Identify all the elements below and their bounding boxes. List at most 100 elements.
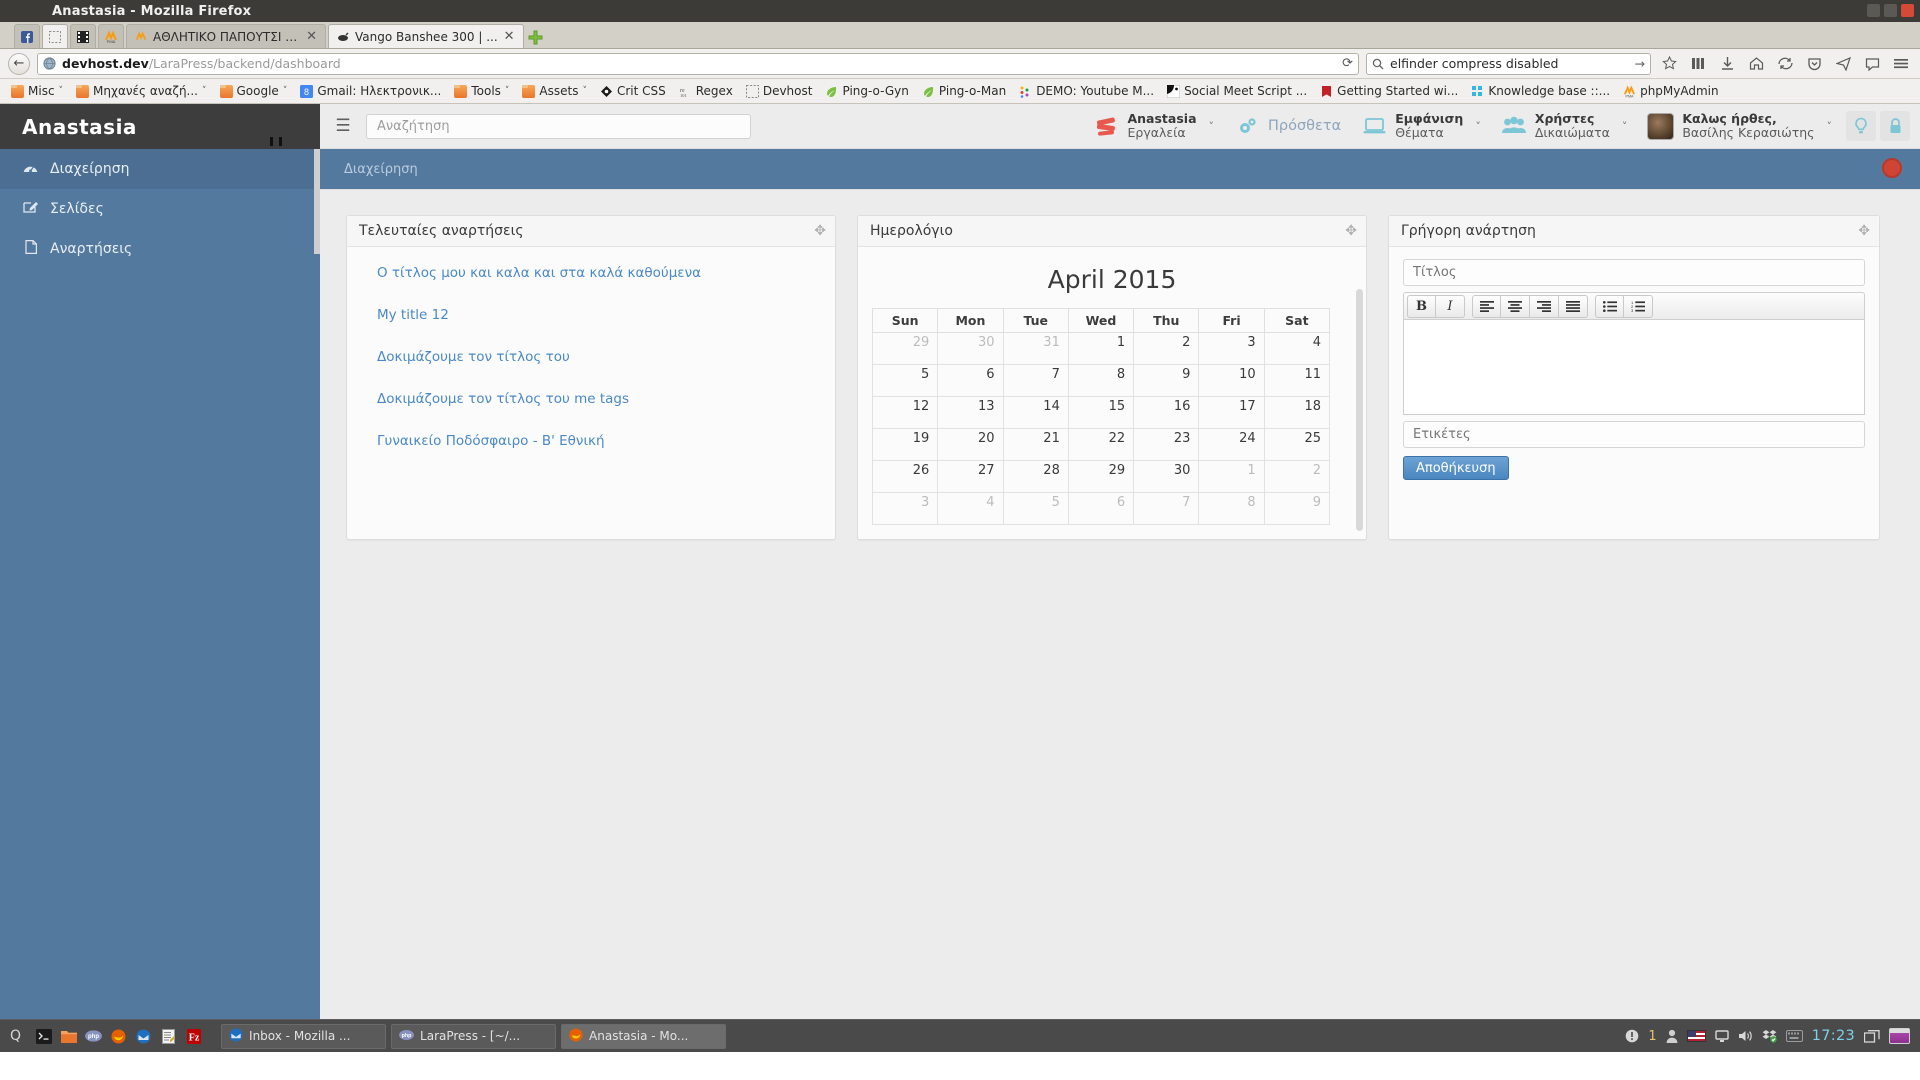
nav-item-tools[interactable]: Anastasia Εργαλεία ˅	[1083, 104, 1224, 149]
calendar-day-cell[interactable]: 14	[1002, 396, 1069, 429]
calendar-day-cell[interactable]: 6	[937, 364, 1004, 397]
align-left-button[interactable]	[1472, 294, 1501, 318]
tab-close-icon[interactable]: ✕	[306, 29, 317, 44]
php-icon[interactable]: php	[83, 1026, 104, 1047]
window-controls[interactable]	[1867, 4, 1914, 17]
tab-close-icon[interactable]: ✕	[504, 29, 515, 44]
firefox-icon[interactable]	[108, 1026, 129, 1047]
filezilla-icon[interactable]: Fz	[183, 1026, 204, 1047]
user-icon[interactable]	[1666, 1029, 1678, 1043]
ordered-list-button[interactable]: 123	[1624, 294, 1653, 318]
calendar-day-cell[interactable]: 30	[1133, 460, 1200, 493]
calendar-day-cell[interactable]: 2	[1263, 460, 1331, 493]
system-tray[interactable]: 1 17:23	[1625, 1028, 1914, 1044]
calendar-weeks[interactable]: 29 30 31 1 2 3 4 5 6 7 8 9 10 11 12 13 14 15 16 17 18 19 20 21 2…	[871, 332, 1331, 525]
calendar-day-cell[interactable]: 8	[1067, 364, 1135, 397]
dropbox-icon[interactable]	[1762, 1029, 1777, 1043]
calendar-day-cell[interactable]: 2	[1133, 332, 1200, 365]
align-right-button[interactable]	[1530, 294, 1559, 318]
menu-icon[interactable]	[1890, 53, 1912, 75]
desktop-taskbar[interactable]: Q php Fz Inbox - Mozilla ... php LaraPre…	[0, 1019, 1920, 1052]
browser-tab-1[interactable]: Vango Banshee 300 | ... ✕	[328, 24, 524, 48]
chevron-down-icon[interactable]: ˅	[1209, 120, 1215, 133]
calendar-day-cell[interactable]: 30	[937, 332, 1004, 365]
pocket-icon[interactable]	[1803, 53, 1825, 75]
site-logo-icon[interactable]	[1882, 158, 1902, 178]
recent-post-link[interactable]: Δοκιμάζουμε τον τίτλος του	[377, 349, 805, 365]
recent-post-link[interactable]: My title 12	[377, 307, 805, 323]
browser-tab-0[interactable]: ΑΘΛΗΤΙΚΟ ΠΑΠΟΥΤΣΙ ΠΟΔ... ✕	[126, 24, 326, 48]
calendar-day-cell[interactable]: 17	[1198, 396, 1265, 429]
nav-item-plugins[interactable]: Πρόσθετα	[1224, 104, 1351, 149]
calendar-day-cell[interactable]: 18	[1263, 396, 1331, 429]
align-justify-button[interactable]	[1559, 294, 1588, 318]
quick-post-editor-area[interactable]	[1403, 320, 1865, 415]
pinned-tab-blank[interactable]	[42, 24, 68, 48]
reload-icon[interactable]: ⟳	[1342, 56, 1353, 71]
bookmark-item[interactable]: Devhost	[741, 82, 818, 100]
sync-icon[interactable]	[1774, 53, 1796, 75]
terminal-icon[interactable]	[33, 1026, 54, 1047]
move-handle-icon[interactable]: ✥	[1858, 223, 1870, 239]
files-icon[interactable]	[58, 1026, 79, 1047]
lightbulb-icon[interactable]	[1846, 111, 1876, 141]
calendar-day-cell[interactable]: 29	[871, 332, 939, 365]
lock-icon[interactable]	[1880, 111, 1910, 141]
display-icon[interactable]	[1715, 1029, 1729, 1043]
tab-strip[interactable]: PMA ΑΘΛΗΤΙΚΟ ΠΑΠΟΥΤΣΙ ΠΟΔ... ✕ Vango Ban…	[0, 22, 1920, 49]
calendar-day-cell[interactable]: 4	[937, 492, 1004, 525]
flag-icon[interactable]	[1686, 1030, 1706, 1042]
nav-item-appearance[interactable]: Εμφάνιση Θέματα ˅	[1351, 104, 1491, 149]
home-icon[interactable]	[1745, 53, 1767, 75]
search-go-icon[interactable]: →	[1635, 56, 1645, 71]
navigation-toolbar[interactable]: ← devhost.dev/LaraPress/backend/dashboar…	[0, 49, 1920, 79]
downloads-icon[interactable]	[1716, 53, 1738, 75]
bookmarks-bar[interactable]: Misc ˅ Μηχανές αναζή... ˅ Google ˅ 8 Gmail: Ηλε…	[0, 79, 1920, 104]
calendar-scrollbar[interactable]	[1356, 289, 1363, 531]
calendar-day-cell[interactable]: 9	[1263, 492, 1331, 525]
taskbar-window-2[interactable]: Anastasia - Mo...	[561, 1023, 727, 1049]
bookmark-item[interactable]: Crit CSS	[595, 82, 671, 100]
back-button[interactable]: ←	[8, 52, 30, 75]
bookmark-star-icon[interactable]	[1658, 53, 1680, 75]
bookmark-item[interactable]: DEMO: Youtube M...	[1014, 82, 1159, 100]
app-menu-button[interactable]: Q	[6, 1028, 29, 1044]
recent-post-link[interactable]: Γυναικείο Ποδόσφαιρο - Β' Εθνική	[377, 433, 805, 449]
new-tab-button[interactable]	[526, 26, 546, 48]
topbar-search-input[interactable]: Αναζήτηση	[366, 113, 751, 139]
chevron-down-icon[interactable]: ˅	[1475, 120, 1481, 133]
calendar-day-cell[interactable]: 29	[1067, 460, 1135, 493]
sidebar-item-0[interactable]: Διαχείρηση	[0, 149, 320, 189]
chevron-down-icon[interactable]: ˅	[582, 86, 587, 96]
calendar-day-cell[interactable]: 16	[1133, 396, 1200, 429]
chevron-down-icon[interactable]: ˅	[283, 86, 288, 96]
breadcrumb[interactable]: Διαχείρηση	[344, 162, 418, 177]
italic-button[interactable]: I	[1436, 294, 1465, 318]
bookmark-item[interactable]: Google ˅	[215, 82, 293, 100]
calendar-day-cell[interactable]: 5	[871, 364, 939, 397]
editor-group-align[interactable]	[1472, 294, 1588, 318]
calendar-day-cell[interactable]: 6	[1067, 492, 1135, 525]
bookmark-item[interactable]: Μηχανές αναζή... ˅	[71, 82, 211, 100]
maximize-button[interactable]	[1884, 4, 1897, 17]
calendar-day-cell[interactable]: 26	[871, 460, 939, 493]
sidebar-toggle-icon[interactable]: ☰	[320, 104, 366, 149]
taskbar-window-0[interactable]: Inbox - Mozilla ...	[221, 1023, 387, 1049]
taskbar-windows[interactable]: Inbox - Mozilla ... php LaraPress - [~/.…	[221, 1023, 727, 1049]
chevron-down-icon[interactable]: ˅	[202, 86, 207, 96]
workspace-switcher[interactable]	[1889, 1028, 1910, 1044]
bookmark-item[interactable]: Tools ˅	[449, 82, 514, 100]
calendar-table[interactable]: Sun Mon Tue Wed Thu Fri Sat 29 30 31 1 2 3 4 5 6 7 8 9 10 1…	[871, 308, 1331, 525]
calendar-day-cell[interactable]: 27	[937, 460, 1004, 493]
alert-icon[interactable]	[1625, 1029, 1639, 1043]
bookmark-item[interactable]: Assets ˅	[517, 82, 592, 100]
thunderbird-icon[interactable]	[133, 1026, 154, 1047]
calendar-day-cell[interactable]: 5	[1002, 492, 1069, 525]
calendar-day-cell[interactable]: 12	[871, 396, 939, 429]
calendar-day-cell[interactable]: 31	[1002, 332, 1069, 365]
feedback-icon[interactable]	[1861, 53, 1883, 75]
calendar-day-cell[interactable]: 4	[1263, 332, 1331, 365]
calendar-day-cell[interactable]: 3	[871, 492, 939, 525]
calendar-day-cell[interactable]: 21	[1002, 428, 1069, 461]
calendar-day-cell[interactable]: 23	[1133, 428, 1200, 461]
